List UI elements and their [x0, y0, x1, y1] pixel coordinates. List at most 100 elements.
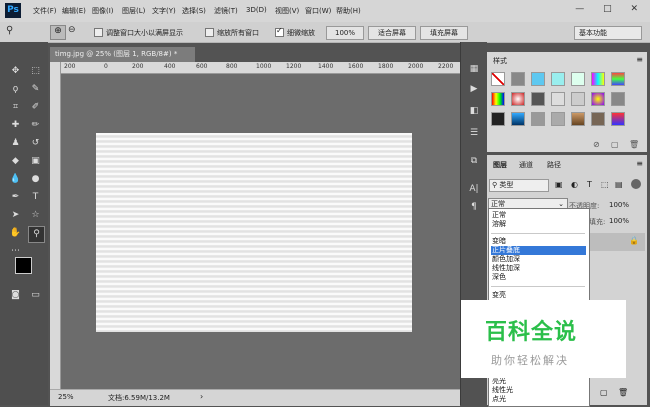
no-style-icon[interactable]: ⊘: [593, 140, 600, 149]
style-swatch[interactable]: [491, 92, 505, 106]
zoom-in-icon[interactable]: ⊕: [50, 25, 66, 40]
brush-tool-icon[interactable]: ✏: [28, 118, 43, 133]
style-swatch[interactable]: [591, 112, 605, 126]
zoom-all-checkbox[interactable]: [205, 28, 214, 37]
history-brush-tool-icon[interactable]: ↺: [28, 136, 43, 151]
style-swatch[interactable]: [571, 72, 585, 86]
scrubby-zoom-checkbox[interactable]: [275, 26, 284, 37]
menu-view[interactable]: 视图(V): [275, 6, 299, 16]
menu-3d[interactable]: 3D(D): [246, 6, 267, 14]
status-zoom[interactable]: 25%: [58, 393, 74, 401]
adjustments-panel-icon[interactable]: ◧: [467, 104, 481, 118]
quick-select-tool-icon[interactable]: ✎: [28, 82, 43, 97]
blend-option[interactable]: 点光: [491, 395, 586, 404]
tab-styles[interactable]: 样式: [493, 56, 507, 66]
marquee-tool-icon[interactable]: ⬚: [28, 64, 43, 79]
menu-help[interactable]: 帮助(H): [336, 6, 361, 16]
menu-file[interactable]: 文件(F): [33, 6, 57, 16]
blur-tool-icon[interactable]: 💧: [8, 172, 23, 187]
layer-filter-select[interactable]: ⚲ 类型: [489, 179, 549, 192]
blend-option[interactable]: 正常: [491, 211, 586, 220]
screen-mode-icon[interactable]: ▭: [28, 288, 43, 303]
style-swatch[interactable]: [511, 72, 525, 86]
path-select-tool-icon[interactable]: ➤: [8, 208, 23, 223]
style-swatch[interactable]: [571, 112, 585, 126]
resize-windows-checkbox[interactable]: [94, 28, 103, 37]
menu-image[interactable]: 图像(I): [92, 6, 114, 16]
menu-layer[interactable]: 图层(L): [122, 6, 145, 16]
menu-window[interactable]: 窗口(W): [305, 6, 331, 16]
style-swatch[interactable]: [531, 112, 545, 126]
style-swatch[interactable]: [591, 72, 605, 86]
adjustment-filter-icon[interactable]: ◐: [571, 180, 578, 189]
window-controls[interactable]: — □ ✕: [575, 4, 646, 14]
blend-option[interactable]: 线性加深: [491, 264, 586, 273]
style-swatch[interactable]: [511, 112, 525, 126]
style-swatch[interactable]: [531, 92, 545, 106]
actions-panel-icon[interactable]: ▶: [467, 82, 481, 96]
tab-layers[interactable]: 图层: [493, 160, 507, 170]
blend-option[interactable]: 变亮: [491, 291, 586, 300]
lasso-tool-icon[interactable]: ϙ: [8, 82, 23, 97]
blend-option-selected[interactable]: 正片叠底: [491, 246, 586, 255]
fit-screen-button[interactable]: 适合屏幕: [368, 26, 416, 40]
shape-tool-icon[interactable]: ☆: [28, 208, 43, 223]
zoom-tool-icon[interactable]: ⚲: [6, 25, 13, 36]
zoom-100-button[interactable]: 100%: [326, 26, 364, 40]
style-swatch[interactable]: [611, 72, 625, 86]
style-swatch[interactable]: [591, 92, 605, 106]
panel-menu-icon[interactable]: ≡: [636, 55, 643, 64]
blend-option[interactable]: 变暗: [491, 237, 586, 246]
menu-select[interactable]: 选择(S): [182, 6, 206, 16]
layers-menu-icon[interactable]: ≡: [636, 159, 643, 168]
workspace-select[interactable]: 基本功能: [574, 26, 642, 40]
blend-option[interactable]: 深色: [491, 273, 586, 282]
pen-tool-icon[interactable]: ✒: [8, 190, 23, 205]
style-swatch[interactable]: [611, 92, 625, 106]
blend-option[interactable]: 溶解: [491, 220, 586, 229]
style-swatch[interactable]: [551, 72, 565, 86]
pixel-filter-icon[interactable]: ▣: [555, 180, 563, 189]
fill-value[interactable]: 100%: [609, 217, 629, 225]
style-swatch[interactable]: [511, 92, 525, 106]
type-filter-icon[interactable]: T: [587, 180, 592, 189]
clone-source-icon[interactable]: ⧉: [467, 154, 481, 168]
tab-paths[interactable]: 路径: [547, 160, 561, 170]
blend-option[interactable]: 颜色加深: [491, 255, 586, 264]
fill-screen-button[interactable]: 填充屏幕: [420, 26, 468, 40]
style-swatch[interactable]: [491, 112, 505, 126]
style-none-swatch[interactable]: [491, 72, 505, 86]
properties-panel-icon[interactable]: ☰: [467, 126, 481, 140]
layer-row[interactable]: 🔒: [587, 233, 645, 251]
opacity-value[interactable]: 100%: [609, 201, 629, 209]
zoom-out-icon[interactable]: ⊖: [68, 25, 76, 35]
blend-option[interactable]: 线性光: [491, 386, 586, 395]
smart-object-filter-icon[interactable]: ▤: [615, 180, 623, 189]
shape-filter-icon[interactable]: ⬚: [601, 180, 609, 189]
document-tab[interactable]: timg.jpg @ 25% (图层 1, RGB/8#) *: [50, 47, 195, 62]
dodge-tool-icon[interactable]: ●: [28, 172, 43, 187]
type-tool-icon[interactable]: T: [28, 190, 43, 205]
history-panel-icon[interactable]: ▦: [467, 62, 481, 76]
hand-tool-icon[interactable]: ✋: [8, 226, 23, 241]
menu-type[interactable]: 文字(Y): [152, 6, 176, 16]
menu-edit[interactable]: 编辑(E): [62, 6, 86, 16]
eyedropper-tool-icon[interactable]: ✐: [28, 100, 43, 115]
tab-channels[interactable]: 通道: [519, 160, 533, 170]
character-panel-icon[interactable]: A|: [467, 182, 481, 196]
crop-tool-icon[interactable]: ⌗: [8, 100, 23, 115]
style-swatch[interactable]: [531, 72, 545, 86]
delete-style-icon[interactable]: 🗑: [629, 140, 639, 149]
blend-option[interactable]: 亮光: [491, 377, 586, 386]
delete-layer-icon[interactable]: 🗑: [618, 388, 628, 397]
eraser-tool-icon[interactable]: ◆: [8, 154, 23, 169]
style-swatch[interactable]: [611, 112, 625, 126]
style-swatch[interactable]: [571, 92, 585, 106]
paragraph-panel-icon[interactable]: ¶: [467, 200, 481, 214]
stamp-tool-icon[interactable]: ♟: [8, 136, 23, 151]
gradient-tool-icon[interactable]: ▣: [28, 154, 43, 169]
menu-filter[interactable]: 滤镜(T): [214, 6, 238, 16]
status-arrow-icon[interactable]: ›: [200, 392, 203, 401]
quick-mask-icon[interactable]: ◙: [8, 288, 23, 303]
healing-tool-icon[interactable]: ✚: [8, 118, 23, 133]
